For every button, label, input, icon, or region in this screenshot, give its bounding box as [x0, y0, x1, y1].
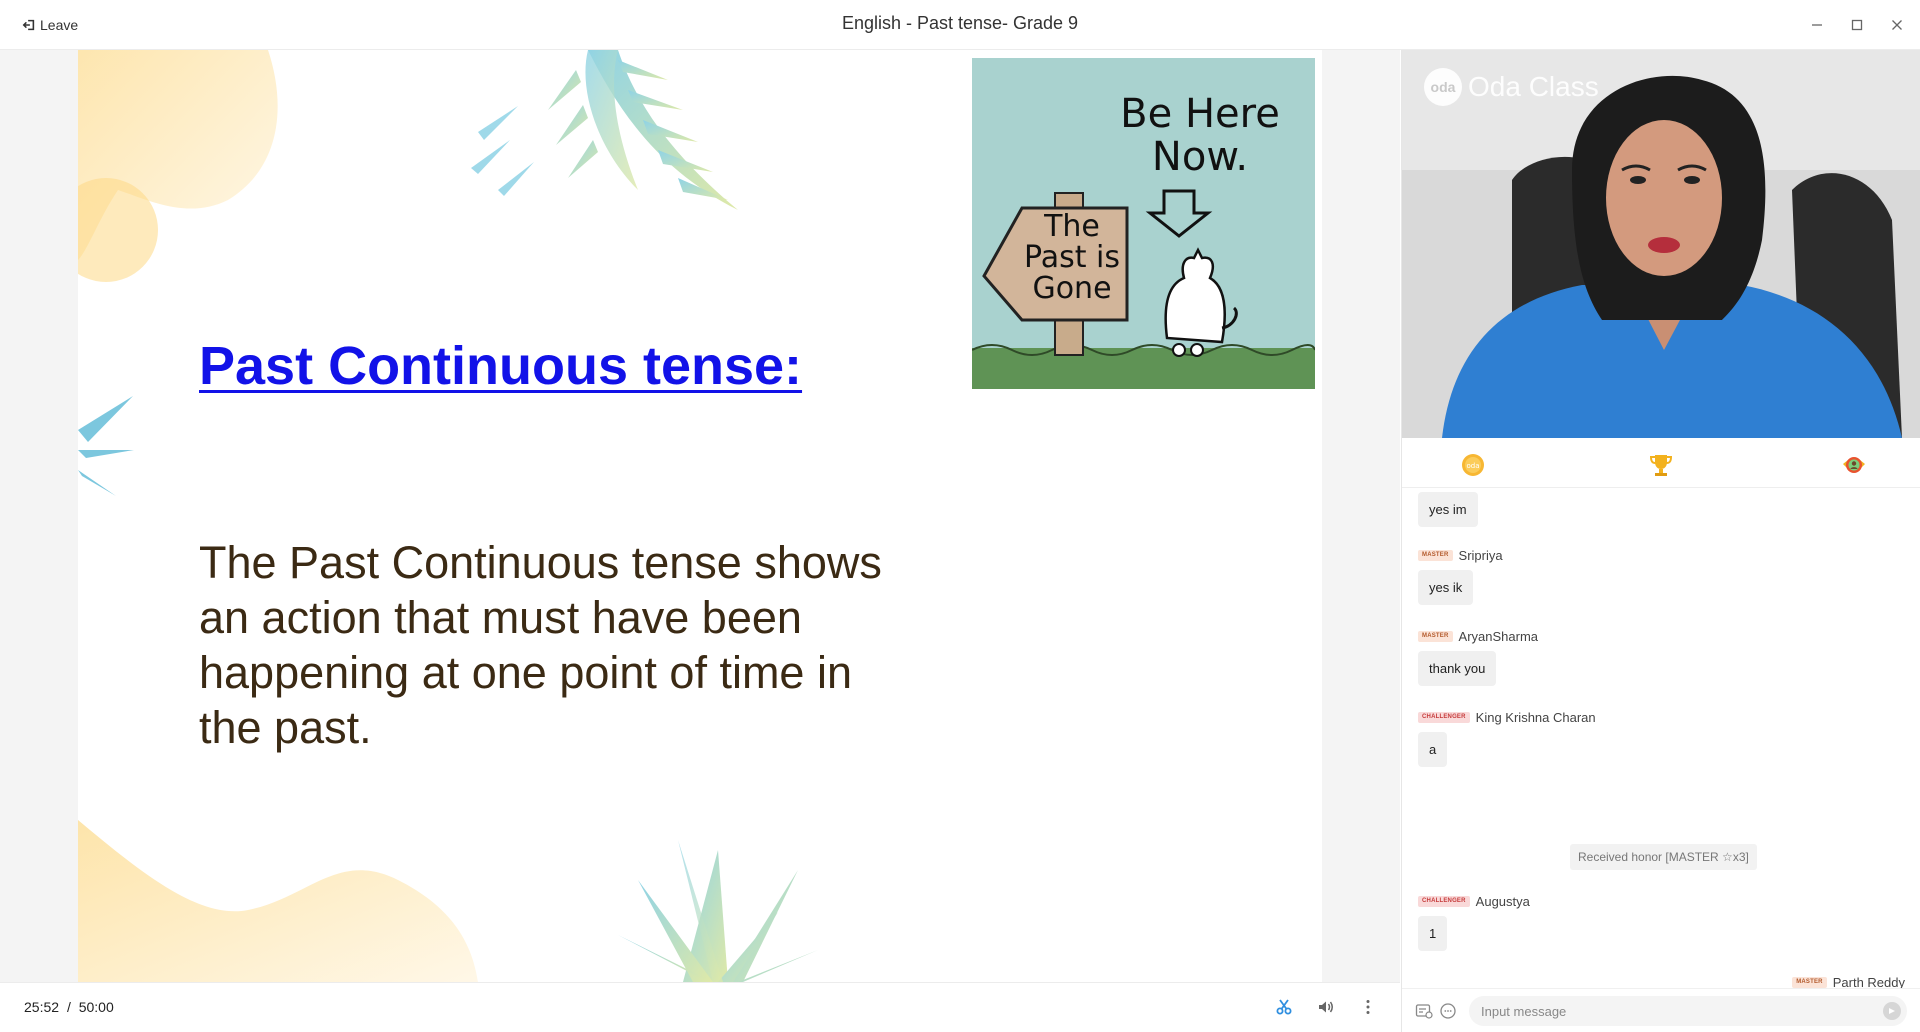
close-button[interactable] [1886, 12, 1908, 38]
oda-class-watermark: oda Oda Class [1424, 68, 1599, 106]
tab-leaderboard[interactable] [1646, 450, 1676, 480]
screenshot-button[interactable] [1272, 995, 1296, 1019]
leave-button[interactable]: Leave [22, 14, 78, 36]
more-vertical-icon [1366, 1000, 1370, 1014]
chat-message-self: MASTER Parth Reddy 1 [1792, 973, 1905, 988]
chat-bubble: a [1418, 732, 1448, 767]
chat-bubble: yes im [1418, 492, 1478, 527]
chat-list: yes im MASTER Sripriya yes ik MASTER Ary… [1402, 488, 1920, 988]
title-bar: Leave English - Past tense- Grade 9 [0, 0, 1920, 50]
minimize-button[interactable] [1806, 12, 1828, 38]
slide: Past Continuous tense: The Past Continuo… [78, 50, 1322, 982]
sender-name[interactable]: Sripriya [1459, 548, 1503, 563]
past-is-gone-text: The Past is Gone [1023, 209, 1121, 306]
slide-body-text: The Past Continuous tense shows an actio… [199, 537, 882, 753]
tab-coins[interactable]: oda [1458, 450, 1488, 480]
sender-name[interactable]: AryanSharma [1459, 629, 1538, 644]
sender-name[interactable]: Augustya [1476, 894, 1530, 909]
window-title: English - Past tense- Grade 9 [841, 13, 1079, 33]
more-options-button[interactable] [1356, 995, 1380, 1019]
teacher-video: oda Oda Class [1402, 50, 1920, 438]
side-panel: oda Oda Class oda yes im MASTER Sripriya… [1401, 50, 1920, 1032]
time-separator: / [66, 999, 71, 1015]
volume-icon [1319, 1001, 1333, 1013]
teacher-video-frame [1402, 50, 1920, 438]
side-tab-bar: oda [1402, 438, 1920, 488]
slide-stage: Past Continuous tense: The Past Continuo… [0, 50, 1400, 982]
chat-bubble: thank you [1418, 651, 1497, 686]
sender-name[interactable]: King Krishna Charan [1476, 710, 1596, 725]
close-icon [1892, 20, 1902, 30]
sender-name[interactable]: Parth Reddy [1833, 975, 1905, 989]
volume-button[interactable] [1314, 995, 1338, 1019]
minimize-icon [1812, 24, 1822, 26]
rank-badge: CHALLENGER [1418, 895, 1470, 907]
chat-message: CHALLENGER King Krishna Charan a [1418, 708, 1596, 767]
player-controls: 25:52 / 50:00 [0, 982, 1400, 1032]
chat-bubble-icon [1440, 1003, 1456, 1019]
tab-ranking[interactable] [1839, 450, 1869, 480]
message-input[interactable] [1469, 996, 1907, 1026]
oda-logo: oda [1424, 68, 1462, 106]
rank-badge: MASTER [1418, 630, 1453, 642]
rank-badge: CHALLENGER [1418, 711, 1470, 723]
leave-label: Leave [40, 17, 79, 33]
rank-badge: MASTER [1418, 549, 1453, 561]
oda-class-text: Oda Class [1468, 71, 1599, 102]
be-here-now-text: Be Here Now. [1120, 91, 1280, 180]
past-is-gone-cartoon: Be Here Now. The Past is Gone [972, 58, 1315, 389]
chat-input-bar [1402, 988, 1920, 1032]
chat-message: yes im [1418, 488, 1478, 527]
quick-phrases-button[interactable] [1414, 1001, 1434, 1021]
total-time: 50:00 [78, 999, 114, 1015]
trophy-icon [1649, 455, 1673, 476]
chat-bubble: 1 [1418, 916, 1448, 951]
chat-message: MASTER Sripriya yes ik [1418, 546, 1503, 605]
elapsed-time: 25:52 [24, 999, 60, 1015]
ranking-badge-icon [1843, 457, 1865, 473]
send-arrow-icon [1889, 1008, 1895, 1014]
card-list-icon [1415, 1004, 1433, 1019]
system-notice: Received honor [MASTER ☆x3] [1570, 844, 1757, 870]
maximize-icon [1851, 19, 1863, 31]
scissors-icon [1276, 999, 1292, 1015]
exit-icon [22, 19, 35, 31]
svg-text:oda: oda [1466, 462, 1479, 470]
chat-bubble: yes ik [1418, 570, 1474, 605]
send-button[interactable] [1883, 1002, 1901, 1020]
emoji-button[interactable] [1438, 1001, 1458, 1021]
slide-heading: Past Continuous tense: [199, 336, 803, 396]
maximize-button[interactable] [1846, 12, 1868, 38]
chat-message: MASTER AryanSharma thank you [1418, 627, 1538, 686]
chat-message: CHALLENGER Augustya 1 [1418, 892, 1530, 951]
oda-coin-icon: oda [1462, 454, 1484, 476]
class-timer: 25:52 / 50:00 [24, 999, 114, 1015]
rank-badge: MASTER [1792, 976, 1827, 988]
